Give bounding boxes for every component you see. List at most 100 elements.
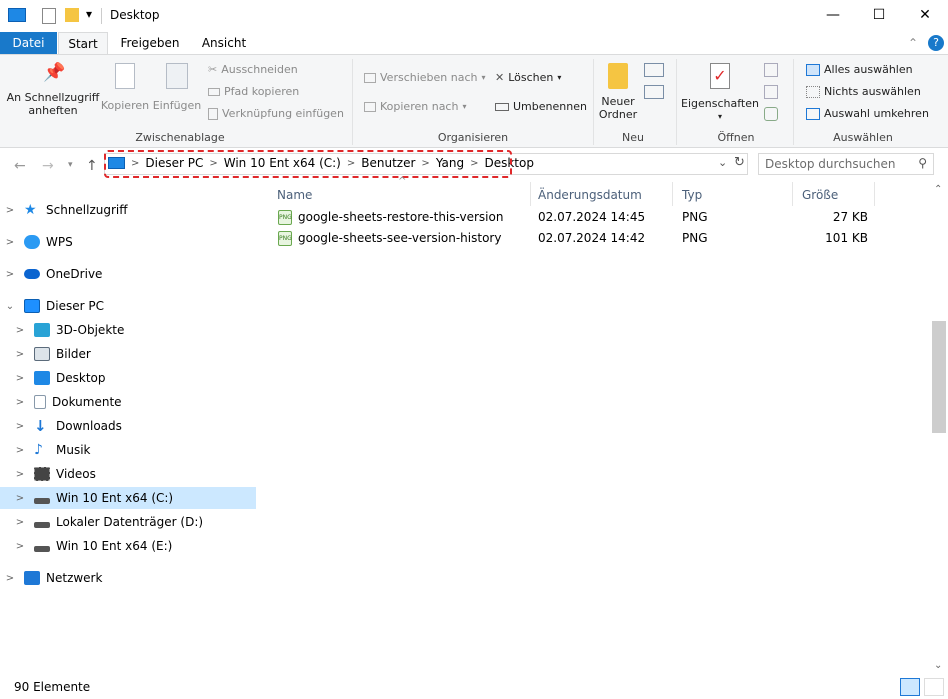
expand-chevron-icon[interactable]: > xyxy=(14,397,26,408)
tab-start[interactable]: Start xyxy=(58,32,108,54)
address-dropdown-icon[interactable]: ⌄ xyxy=(718,156,727,169)
nav-item-dokumente[interactable]: > Dokumente xyxy=(0,391,256,413)
rename-button[interactable]: Umbenennen xyxy=(495,100,587,113)
column-header-date[interactable]: Änderungsdatum xyxy=(538,188,642,202)
nav-item-videos[interactable]: > Videos xyxy=(0,463,256,485)
file-row[interactable]: PNG google-sheets-restore-this-version 0… xyxy=(276,207,876,228)
tab-ansicht[interactable]: Ansicht xyxy=(196,32,252,54)
group-label-clipboard: Zwischenablage xyxy=(135,131,225,144)
new-folder-qat-icon[interactable] xyxy=(65,8,79,22)
refresh-icon[interactable]: ↻ xyxy=(734,155,745,170)
select-all-button[interactable]: Alles auswählen xyxy=(806,63,913,76)
title-separator xyxy=(101,8,102,24)
column-divider[interactable] xyxy=(672,182,673,206)
scroll-down-icon[interactable]: ⌄ xyxy=(934,660,942,671)
qat-dropdown-icon[interactable]: ▾ xyxy=(86,7,92,21)
ribbon-collapse-icon[interactable]: ⌃ xyxy=(905,32,921,54)
select-none-button[interactable]: Nichts auswählen xyxy=(806,85,921,98)
tab-freigeben[interactable]: Freigeben xyxy=(118,32,182,54)
nav-item-wps[interactable]: > WPS xyxy=(0,231,256,253)
up-arrow-icon[interactable]: ↑ xyxy=(86,158,98,174)
expand-chevron-icon[interactable]: > xyxy=(14,493,26,504)
nav-item-dieser-pc[interactable]: ⌄ Dieser PC xyxy=(0,295,256,317)
expand-chevron-icon[interactable]: > xyxy=(14,469,26,480)
nav-label: Bilder xyxy=(56,347,91,361)
back-arrow-icon[interactable]: ← xyxy=(14,158,26,174)
nav-item-drive-c[interactable]: > Win 10 Ent x64 (C:) xyxy=(0,487,256,509)
expand-chevron-icon[interactable]: > xyxy=(14,541,26,552)
new-folder-label-line1: Neuer xyxy=(601,95,635,108)
close-button[interactable]: ✕ xyxy=(902,0,948,30)
scissors-icon: ✂ xyxy=(208,63,218,76)
copy-to-button[interactable]: Kopieren nach ▾ xyxy=(364,100,466,113)
properties-dropdown-icon: ▾ xyxy=(717,112,722,121)
expand-chevron-icon[interactable]: > xyxy=(4,573,16,584)
expand-chevron-icon[interactable]: > xyxy=(14,349,26,360)
history-icon[interactable] xyxy=(764,107,778,121)
nav-label: Desktop xyxy=(56,371,106,385)
copy-path-button[interactable]: Pfad kopieren xyxy=(208,85,299,98)
column-divider[interactable] xyxy=(530,182,531,206)
large-icons-view-icon[interactable] xyxy=(924,678,944,696)
recent-dropdown-icon[interactable]: ▾ xyxy=(68,160,73,170)
scrollbar-thumb[interactable] xyxy=(932,321,946,433)
move-to-button[interactable]: Verschieben nach ▾ xyxy=(364,71,486,84)
column-header-type[interactable]: Typ xyxy=(682,188,702,202)
maximize-button[interactable]: ☐ xyxy=(856,0,902,30)
nav-item-3d-objekte[interactable]: > 3D-Objekte xyxy=(0,319,256,341)
nav-label: Schnellzugriff xyxy=(46,203,128,217)
tab-datei[interactable]: Datei xyxy=(0,32,57,54)
nav-item-drive-d[interactable]: > Lokaler Datenträger (D:) xyxy=(0,511,256,533)
search-input[interactable]: Desktop durchsuchen ⚲ xyxy=(758,153,934,175)
nav-item-drive-e[interactable]: > Win 10 Ent x64 (E:) xyxy=(0,535,256,557)
nav-item-musik[interactable]: > ♪ Musik xyxy=(0,439,256,461)
properties-qat-icon[interactable] xyxy=(42,8,56,24)
nav-item-onedrive[interactable]: > OneDrive xyxy=(0,263,256,285)
nav-item-bilder[interactable]: > Bilder xyxy=(0,343,256,365)
collapse-chevron-icon[interactable]: ⌄ xyxy=(4,301,16,312)
details-view-icon[interactable] xyxy=(900,678,920,696)
new-item-icon[interactable] xyxy=(644,63,664,77)
edit-icon[interactable] xyxy=(764,85,778,99)
paste-button[interactable]: Einfügen xyxy=(152,63,202,112)
column-header-size[interactable]: Größe xyxy=(802,188,838,202)
expand-chevron-icon[interactable]: > xyxy=(14,373,26,384)
help-icon[interactable]: ? xyxy=(928,35,944,51)
file-row[interactable]: PNG google-sheets-see-version-history 02… xyxy=(276,228,876,249)
expand-chevron-icon[interactable]: > xyxy=(4,269,16,280)
forward-arrow-icon[interactable]: → xyxy=(42,158,54,174)
paste-shortcut-button[interactable]: Verknüpfung einfügen xyxy=(208,107,344,120)
cut-button[interactable]: ✂ Ausschneiden xyxy=(208,63,298,76)
expand-chevron-icon[interactable]: > xyxy=(14,517,26,528)
expand-chevron-icon[interactable]: > xyxy=(4,237,16,248)
expand-chevron-icon[interactable]: > xyxy=(14,325,26,336)
column-header-name[interactable]: Name xyxy=(277,188,312,202)
column-divider[interactable] xyxy=(874,182,875,206)
rename-label: Umbenennen xyxy=(513,100,587,113)
column-divider[interactable] xyxy=(792,182,793,206)
invert-selection-button[interactable]: Auswahl umkehren xyxy=(806,107,929,120)
open-icon[interactable] xyxy=(764,63,778,77)
folder-window-icon xyxy=(8,8,26,22)
copy-button[interactable]: Kopieren xyxy=(100,63,150,112)
title-bar: ▾ Desktop — ☐ ✕ xyxy=(0,0,948,32)
minimize-button[interactable]: — xyxy=(810,0,856,30)
ribbon-tabs: Datei Start Freigeben Ansicht ⌃ ? xyxy=(0,32,948,54)
expand-chevron-icon[interactable]: > xyxy=(14,445,26,456)
nav-item-netzwerk[interactable]: > Netzwerk xyxy=(0,567,256,589)
select-none-icon xyxy=(806,85,820,98)
file-date: 02.07.2024 14:45 xyxy=(538,210,646,224)
search-icon: ⚲ xyxy=(918,156,927,170)
pin-quick-access-button[interactable]: 📌 An Schnellzugriff anheften xyxy=(4,63,102,118)
nav-item-desktop[interactable]: > Desktop xyxy=(0,367,256,389)
new-folder-button[interactable]: Neuer Ordner xyxy=(596,63,640,121)
expand-chevron-icon[interactable]: > xyxy=(14,421,26,432)
easy-access-icon[interactable] xyxy=(644,85,664,99)
expand-chevron-icon[interactable]: > xyxy=(4,205,16,216)
pin-label-line2: anheften xyxy=(28,104,78,117)
delete-button[interactable]: ✕ Löschen ▾ xyxy=(495,71,561,84)
properties-button[interactable]: ✓ Eigenschaften ▾ xyxy=(680,63,760,123)
nav-item-schnellzugriff[interactable]: > ★ Schnellzugriff xyxy=(0,199,256,221)
scroll-up-icon[interactable]: ⌃ xyxy=(934,184,942,195)
nav-item-downloads[interactable]: > ↓ Downloads xyxy=(0,415,256,437)
